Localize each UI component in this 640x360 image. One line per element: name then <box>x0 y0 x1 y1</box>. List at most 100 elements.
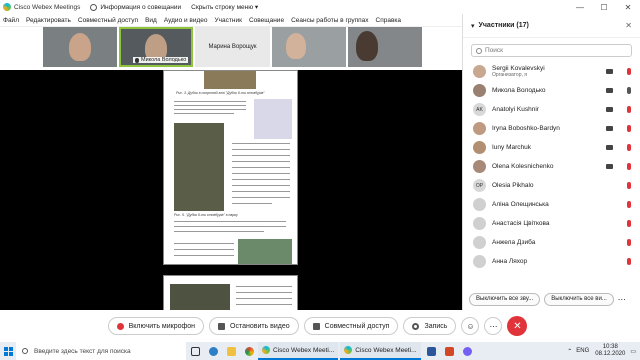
mute-all-button[interactable]: Выключить все зву... <box>469 292 541 306</box>
menu-participant[interactable]: Участник <box>215 17 242 24</box>
participant-row[interactable]: Анжела Дзиба <box>463 233 640 252</box>
video-icon[interactable] <box>606 145 613 150</box>
hide-menu-button[interactable]: Скрыть строку меню ▾ <box>191 3 259 12</box>
document-photo <box>204 71 256 89</box>
mic-muted-icon[interactable] <box>627 239 631 246</box>
participant-row[interactable]: Sergii Kovalevskyi Организатор, я <box>463 62 640 81</box>
participant-name: Аліна Олещинська <box>492 201 549 208</box>
video-tile[interactable] <box>43 27 117 67</box>
video-tile-name-only[interactable]: Марина Ворощук <box>195 27 270 67</box>
participant-row[interactable]: Анна Ляхор <box>463 252 640 271</box>
meeting-info-button[interactable]: Информация о совещании <box>90 3 181 11</box>
record-button[interactable]: Запись <box>403 317 457 335</box>
more-icon[interactable]: ⋯ <box>484 317 503 335</box>
participant-row[interactable]: Микола Володько <box>463 81 640 100</box>
date: 08.12.2020 <box>595 351 626 357</box>
mic-muted-icon[interactable] <box>627 182 631 189</box>
participant-row[interactable]: Iryna Boboshko-Bardyn <box>463 119 640 138</box>
video-tile[interactable] <box>348 27 422 67</box>
video-tile[interactable] <box>272 27 346 67</box>
more-options-icon[interactable]: ⋯ <box>618 295 626 304</box>
taskbar-app-webex[interactable]: Cisco Webex Meeti... <box>258 342 339 360</box>
search-input[interactable] <box>485 47 605 54</box>
task-view-icon[interactable] <box>186 342 204 360</box>
menu-view[interactable]: Вид <box>145 17 157 24</box>
windows-start-icon[interactable] <box>0 342 16 360</box>
avatar <box>473 122 486 135</box>
clock[interactable]: 10:38 08.12.2020 <box>595 344 625 358</box>
mic-muted-icon[interactable] <box>627 201 631 208</box>
powerpoint-icon[interactable] <box>441 342 459 360</box>
video-icon[interactable] <box>606 126 613 131</box>
close-icon[interactable]: ✕ <box>625 21 632 30</box>
word-icon[interactable] <box>423 342 441 360</box>
mic-muted-icon[interactable] <box>627 258 631 265</box>
participants-title: Участники (17) <box>478 22 529 29</box>
notifications-icon[interactable]: ▭ <box>630 348 636 355</box>
mic-icon[interactable] <box>627 87 631 94</box>
mic-muted-icon <box>116 322 124 330</box>
chevron-down-icon: ▾ <box>253 4 259 11</box>
mic-muted-icon[interactable] <box>627 106 631 113</box>
participant-row[interactable]: AK Anatolyi Kushnir <box>463 100 640 119</box>
chevron-down-icon[interactable]: ▾ <box>471 22 475 30</box>
participant-name: Анастасія Цвіткова <box>492 220 550 227</box>
close-window-button[interactable]: ✕ <box>616 0 640 14</box>
end-call-button[interactable]: ✕ <box>507 316 528 336</box>
viber-icon[interactable] <box>459 342 477 360</box>
participant-row[interactable]: Olena Kolesnichenko <box>463 157 640 176</box>
mic-muted-icon[interactable] <box>627 220 631 227</box>
record-label: Запись <box>424 322 448 330</box>
video-tile-name: Марина Ворощук <box>208 44 257 50</box>
menu-breakout[interactable]: Сеансы работы в группах <box>291 17 368 24</box>
participant-search[interactable] <box>471 44 632 57</box>
mic-muted-icon[interactable] <box>627 125 631 132</box>
menu-help[interactable]: Справка <box>376 17 402 24</box>
menu-file[interactable]: Файл <box>3 17 19 24</box>
share-button[interactable]: Совместный доступ <box>303 317 399 335</box>
mic-muted-icon[interactable] <box>627 144 631 151</box>
video-icon[interactable] <box>606 107 613 112</box>
participant-name: Анжела Дзиба <box>492 239 536 246</box>
participant-row[interactable]: Iuny Marchuk <box>463 138 640 157</box>
maximize-button[interactable]: ☐ <box>592 0 616 14</box>
menu-audio-video[interactable]: Аудио и видео <box>164 17 208 24</box>
menu-edit[interactable]: Редактировать <box>26 17 71 24</box>
participant-list: Sergii Kovalevskyi Организатор, я Микола … <box>463 62 640 271</box>
explorer-icon[interactable] <box>222 342 240 360</box>
participant-name: Olesia Pikhalo <box>492 182 534 189</box>
mic-muted-icon[interactable] <box>627 68 631 75</box>
participant-row[interactable]: Анастасія Цвіткова <box>463 214 640 233</box>
video-icon[interactable] <box>606 88 613 93</box>
video-label: Остановить видео <box>230 322 290 330</box>
video-name-label: Микола Володько <box>133 57 189 63</box>
reactions-icon[interactable]: ☺ <box>461 317 480 335</box>
edge-icon[interactable] <box>204 342 222 360</box>
participant-name: Olena Kolesnichenko <box>492 163 554 170</box>
mic-button[interactable]: Включить микрофон <box>107 317 204 335</box>
participant-row[interactable]: OP Olesia Pikhalo <box>463 176 640 195</box>
video-icon[interactable] <box>606 164 613 169</box>
minimize-button[interactable]: — <box>568 0 592 14</box>
menu-meeting[interactable]: Совещание <box>249 17 284 24</box>
taskbar-app-label: Cisco Webex Meeti... <box>273 346 335 354</box>
menu-share[interactable]: Совместный доступ <box>78 17 138 24</box>
tray-chevron-icon[interactable]: ⌃ <box>567 348 572 355</box>
language-indicator[interactable]: ENG <box>576 348 589 354</box>
chrome-icon[interactable] <box>240 342 258 360</box>
taskbar-search[interactable]: Введите здесь текст для поиска <box>16 342 186 360</box>
participant-row[interactable]: Аліна Олещинська <box>463 195 640 214</box>
webex-icon <box>344 346 353 354</box>
video-icon <box>218 322 225 330</box>
hide-menu-label: Скрыть строку меню <box>191 3 254 11</box>
system-tray: ⌃ ENG 10:38 08.12.2020 ▭ <box>567 344 640 358</box>
share-icon <box>312 322 320 330</box>
video-icon[interactable] <box>606 69 613 74</box>
video-button[interactable]: Остановить видео <box>209 317 299 335</box>
participants-panel: ▾ Участники (17) ✕ Sergii KovalevskyiОрг… <box>462 14 640 310</box>
video-tile-active[interactable]: Микола Володько <box>119 27 193 67</box>
taskbar-app-webex[interactable]: Cisco Webex Meeti... <box>340 342 421 360</box>
mic-muted-icon[interactable] <box>627 163 631 170</box>
stop-all-video-button[interactable]: Выключить все ви... <box>544 292 614 306</box>
info-icon <box>90 3 98 11</box>
